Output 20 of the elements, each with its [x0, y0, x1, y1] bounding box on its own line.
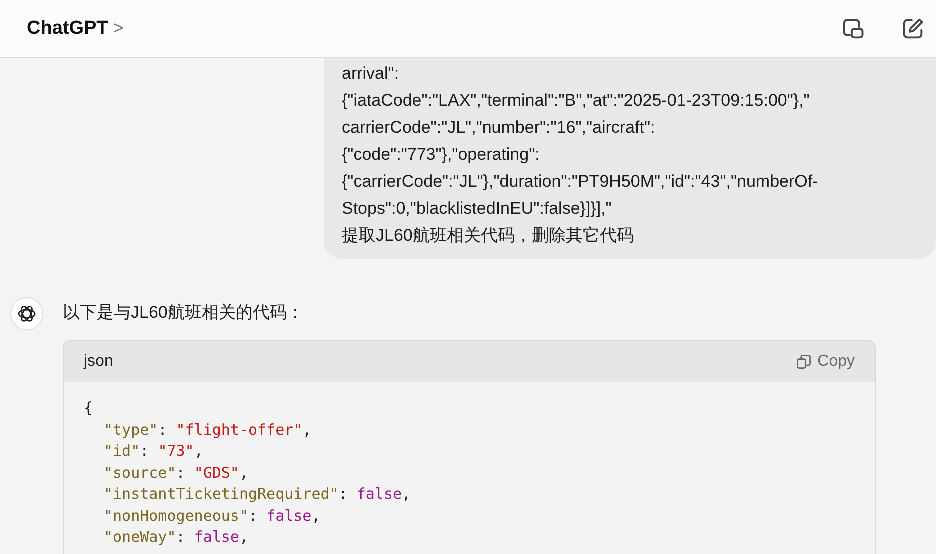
chat-title-button[interactable]: ChatGPT > [22, 16, 129, 42]
copy-icon [794, 352, 813, 370]
message-line: carrierCode":"JL","number":"16","aircraft": [342, 117, 656, 139]
code-line: { [84, 398, 94, 419]
message-line: {"iataCode":"LAX","terminal":"B","at":"2025-01-23T09:15:00"}," [342, 90, 810, 112]
code-line: "nonHomogeneous": false, [104, 506, 321, 526]
assistant-avatar-icon [10, 297, 44, 331]
code-line: "source": "GDS", [104, 462, 248, 484]
message-line: arrival": [342, 63, 400, 85]
assistant-message-text: 以下是与JL60航班相关的代码： [63, 302, 304, 324]
message-line: 提取JL60航班相关代码，删除其它代码 [342, 225, 634, 247]
message-line: Stops":0,"blacklistedInEU":false}]}]," [342, 198, 612, 220]
code-language-label: json [84, 352, 114, 370]
code-line: "id": "73", [104, 441, 204, 462]
copy-button[interactable]: Copy [794, 352, 855, 370]
code-line: "type": "flight-offer", [104, 420, 312, 440]
message-line: {"code":"773"},"operating": [342, 144, 540, 166]
code-line: "oneWay": false, [104, 527, 248, 548]
code-line: "instantTicketingRequired": false, [104, 484, 412, 505]
message-line: {"carrierCode":"JL"},"duration":"PT9H50M","id":"43","numberOf- [342, 171, 818, 193]
